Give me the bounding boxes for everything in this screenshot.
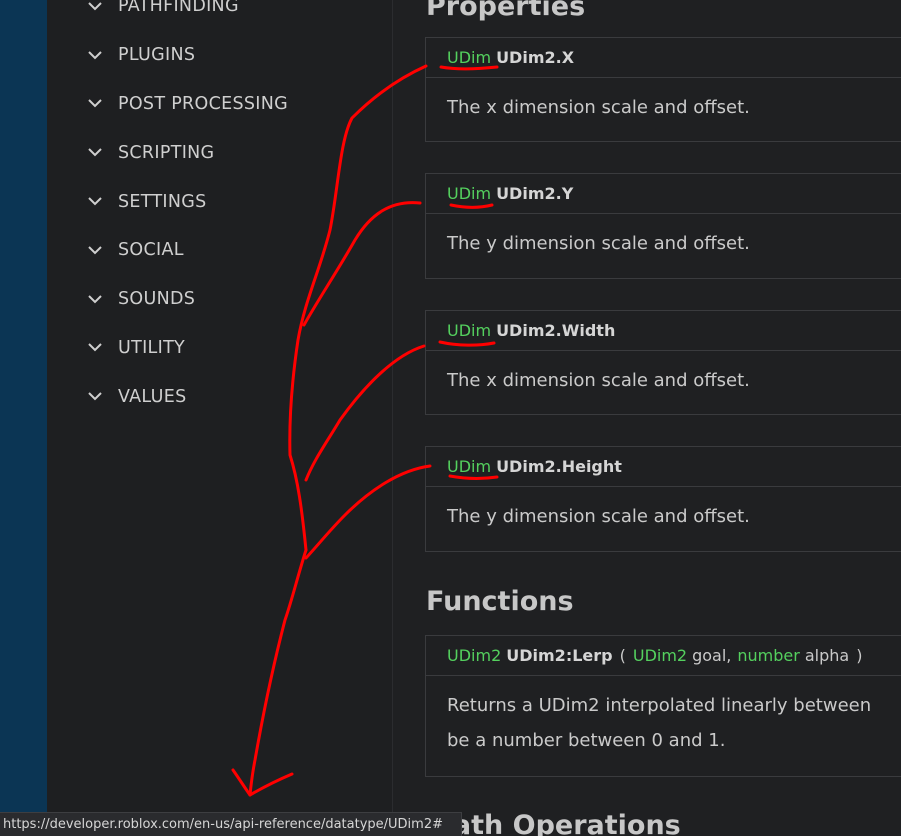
property-name: UDim2.X [496,48,575,67]
chevron-down-icon [87,0,103,14]
property-type-link[interactable]: UDim [447,321,491,340]
function-description-line: be a number between 0 and 1. [447,730,726,751]
property-description: The y dimension scale and offset. [447,506,750,527]
sidebar-item-utility[interactable]: UTILITY [47,324,392,373]
chevron-down-icon [87,47,103,63]
property-card-y: UDim UDim2.Y The y dimension scale and o… [425,173,901,279]
sidebar-item-label: SCRIPTING [118,142,215,163]
function-name: UDim2:Lerp [506,646,613,665]
property-name: UDim2.Width [496,321,616,340]
param-type-link[interactable]: UDim2 [633,646,687,665]
chevron-down-icon [87,340,103,356]
sidebar-item-plugins[interactable]: PLUGINS [47,31,392,80]
sidebar-item-scripting[interactable]: SCRIPTING [47,128,392,177]
sidebar-item-label: PATHFINDING [118,0,239,17]
sidebar-item-label: SOCIAL [118,240,184,261]
math-operations-heading: Math Operations [426,810,681,836]
link-hover-status-bar: https://developer.roblox.com/en-us/api-r… [0,812,462,836]
left-edge-strip [0,0,47,836]
functions-heading: Functions [426,586,574,617]
sidebar-item-values[interactable]: VALUES [47,372,392,421]
return-type-link[interactable]: UDim2 [447,646,501,665]
close-paren: ) [856,646,863,665]
function-signature: UDim2 UDim2:Lerp ( UDim2 goal, number al… [426,636,901,676]
param-name: alpha [804,646,850,665]
function-description: Returns a UDim2 interpolated linearly be… [426,676,901,758]
chevron-down-icon [87,145,103,161]
chevron-down-icon [87,194,103,210]
chevron-down-icon [87,389,103,405]
property-signature: UDim UDim2.Width [426,311,901,351]
property-signature: UDim UDim2.X [426,38,901,78]
function-card-lerp: UDim2 UDim2:Lerp ( UDim2 goal, number al… [425,635,901,777]
sidebar-item-settings[interactable]: SETTINGS [47,177,392,226]
property-name: UDim2.Height [496,457,622,476]
main-content: Properties UDim UDim2.X The x dimension … [394,0,901,836]
property-description: The x dimension scale and offset. [447,97,750,118]
property-card-height: UDim UDim2.Height The y dimension scale … [425,446,901,552]
property-card-x: UDim UDim2.X The x dimension scale and o… [425,37,901,142]
property-signature: UDim UDim2.Y [426,174,901,214]
sidebar-nav-list: PATHFINDING PLUGINS POST PROCESSING SCRI… [47,0,392,421]
param-name: goal, [692,646,732,665]
chevron-down-icon [87,242,103,258]
status-url: https://developer.roblox.com/en-us/api-r… [3,817,444,832]
property-type-link[interactable]: UDim [447,184,491,203]
property-card-width: UDim UDim2.Width The x dimension scale a… [425,310,901,415]
open-paren: ( [619,646,626,665]
chevron-down-icon [87,291,103,307]
property-name: UDim2.Y [496,184,574,203]
properties-heading: Properties [426,0,586,22]
sidebar-item-label: SOUNDS [118,289,196,310]
property-description: The x dimension scale and offset. [447,370,750,391]
sidebar-item-label: POST PROCESSING [118,93,288,114]
chevron-down-icon [87,96,103,112]
sidebar-item-post-processing[interactable]: POST PROCESSING [47,80,392,129]
sidebar: PATHFINDING PLUGINS POST PROCESSING SCRI… [47,0,393,836]
function-description-line: Returns a UDim2 interpolated linearly be… [447,695,872,716]
property-signature: UDim UDim2.Height [426,447,901,487]
sidebar-item-label: UTILITY [118,337,186,358]
property-type-link[interactable]: UDim [447,48,491,67]
sidebar-item-sounds[interactable]: SOUNDS [47,275,392,324]
sidebar-item-label: VALUES [118,386,187,407]
sidebar-item-label: PLUGINS [118,45,196,66]
sidebar-item-social[interactable]: SOCIAL [47,226,392,275]
property-type-link[interactable]: UDim [447,457,491,476]
sidebar-item-label: SETTINGS [118,191,207,212]
property-description: The y dimension scale and offset. [447,233,750,254]
param-type-link[interactable]: number [737,646,799,665]
sidebar-item-pathfinding[interactable]: PATHFINDING [47,0,392,31]
